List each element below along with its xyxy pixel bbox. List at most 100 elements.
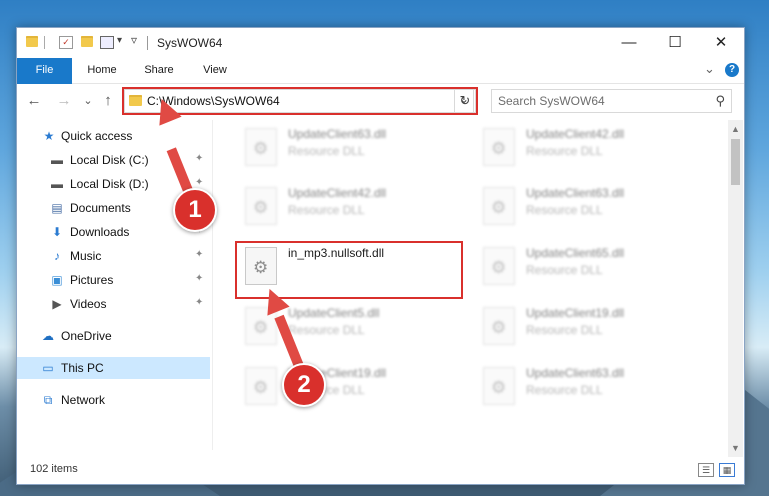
file-name: UpdateClient63.dll <box>288 127 387 141</box>
dll-file-icon: ⚙ <box>483 307 515 345</box>
vertical-scrollbar[interactable]: ▲ ▼ <box>728 120 743 457</box>
file-item[interactable]: ⚙ UpdateClient63.dll Resource DLL <box>477 183 677 233</box>
file-type: Resource DLL <box>526 263 603 277</box>
search-icon: ⚲ <box>715 93 725 108</box>
dll-file-icon: ⚙ <box>245 187 277 225</box>
search-input[interactable]: Search SysWOW64 ⚲ <box>491 89 732 113</box>
pin-icon[interactable]: ✦ <box>195 153 203 164</box>
up-button[interactable]: ↑ <box>99 92 117 110</box>
file-name: UpdateClient19.dll <box>526 306 625 320</box>
qat-customize-icon[interactable]: ▿ <box>131 33 137 47</box>
file-name: UpdateClient63.dll <box>526 186 625 200</box>
scroll-thumb[interactable] <box>731 139 740 185</box>
dll-file-icon: ⚙ <box>483 247 515 285</box>
window-title: SysWOW64 <box>157 36 223 50</box>
file-item[interactable]: ⚙ UpdateClient19.dll Resource DLL <box>477 303 677 353</box>
star-icon: ★ <box>43 129 55 143</box>
new-folder-icon[interactable] <box>81 36 93 47</box>
file-type: Resource DLL <box>526 203 603 217</box>
sidebar-item-label: Local Disk (C:) <box>70 153 149 167</box>
customize-icon[interactable] <box>100 36 114 49</box>
file-item[interactable]: ⚙ UpdateClient63.dll Resource DLL <box>239 124 439 174</box>
computer-icon: ▭ <box>42 361 54 375</box>
videos-icon: ▶ <box>52 297 62 311</box>
file-name: UpdateClient5.dll <box>288 306 380 320</box>
sidebar-item-label: Videos <box>70 297 107 311</box>
file-type: Resource DLL <box>288 203 365 217</box>
sidebar-item-pictures[interactable]: ▣ Pictures ✦ <box>17 269 210 291</box>
item-count: 102 items <box>30 463 78 475</box>
large-icons-view-icon[interactable]: ▦ <box>719 463 735 477</box>
status-bar: 102 items ☰ ▦ <box>17 458 744 484</box>
file-type: Resource DLL <box>526 144 603 158</box>
file-type: Resource DLL <box>526 383 603 397</box>
sidebar-item-label: Documents <box>70 201 131 215</box>
navigation-bar: ← → ⌄ ↑ C:\Windows\SysWOW64 ⌄ ↻ Search S… <box>17 84 744 117</box>
pin-icon[interactable]: ✦ <box>195 273 203 284</box>
sidebar-item-label: Quick access <box>61 129 133 143</box>
minimize-button[interactable]: — <box>606 28 652 58</box>
file-item[interactable]: ⚙ UpdateClient42.dll Resource DLL <box>477 124 677 174</box>
pin-icon[interactable]: ✦ <box>195 249 203 260</box>
dll-file-icon: ⚙ <box>483 128 515 166</box>
sidebar-item-this-pc[interactable]: ▭ This PC <box>17 357 210 379</box>
file-name: UpdateClient42.dll <box>288 186 387 200</box>
file-name: UpdateClient63.dll <box>526 366 625 380</box>
sidebar-item-label: OneDrive <box>61 329 112 343</box>
file-name: UpdateClient65.dll <box>526 246 625 260</box>
sidebar-item-label: Music <box>70 249 102 263</box>
pictures-icon: ▣ <box>51 273 63 287</box>
sidebar-item-music[interactable]: ♪ Music ✦ <box>17 245 210 267</box>
maximize-button[interactable]: ☐ <box>652 28 698 58</box>
file-item[interactable]: ⚙ UpdateClient42.dll Resource DLL <box>239 183 439 233</box>
close-button[interactable]: ✕ <box>698 28 744 58</box>
sidebar-item-quick-access[interactable]: ★ Quick access <box>17 125 210 147</box>
file-type: Resource DLL <box>288 144 365 158</box>
drive-icon: ▬ <box>51 177 63 191</box>
tab-home[interactable]: Home <box>80 58 124 83</box>
pin-icon[interactable]: ✦ <box>195 177 203 188</box>
title-bar: ✓ ▾ ▿ SysWOW64 — ☐ ✕ <box>17 28 744 58</box>
cloud-icon: ☁ <box>42 329 54 343</box>
callout-badge-2: 2 <box>282 363 326 407</box>
tab-view[interactable]: View <box>193 58 237 83</box>
ribbon-collapse-icon[interactable]: ⌄ <box>704 61 715 77</box>
file-name: UpdateClient42.dll <box>526 127 625 141</box>
scroll-up-icon[interactable]: ▲ <box>728 122 743 136</box>
file-item[interactable]: ⚙ UpdateClient63.dll Resource DLL <box>477 363 677 413</box>
search-placeholder: Search SysWOW64 <box>498 94 605 108</box>
details-view-icon[interactable]: ☰ <box>698 463 714 477</box>
properties-icon[interactable]: ✓ <box>59 36 73 49</box>
explorer-window: ✓ ▾ ▿ SysWOW64 — ☐ ✕ File Home Share Vie… <box>16 27 745 485</box>
documents-icon: ▤ <box>51 201 63 215</box>
dll-file-icon: ⚙ <box>245 367 277 405</box>
downloads-icon: ⬇ <box>51 225 63 239</box>
pin-icon[interactable]: ✦ <box>195 297 203 308</box>
drive-icon: ▬ <box>51 153 63 167</box>
sidebar-item-videos[interactable]: ▶ Videos ✦ <box>17 293 210 315</box>
sidebar-item-network[interactable]: ⧉ Network <box>17 389 210 411</box>
callout-badge-1: 1 <box>173 188 217 232</box>
network-icon: ⧉ <box>43 393 53 407</box>
file-type: Resource DLL <box>526 323 603 337</box>
sidebar-item-label: Downloads <box>70 225 130 239</box>
sidebar-item-label: Local Disk (D:) <box>70 177 149 191</box>
file-type: Resource DLL <box>288 323 365 337</box>
recent-locations-button[interactable]: ⌄ <box>79 92 97 110</box>
tab-share[interactable]: Share <box>137 58 181 83</box>
sidebar-item-onedrive[interactable]: ☁ OneDrive <box>17 325 210 347</box>
file-item[interactable]: ⚙ UpdateClient19.dll Resource DLL <box>239 363 439 413</box>
music-icon: ♪ <box>54 249 60 263</box>
dll-file-icon: ⚙ <box>245 128 277 166</box>
scroll-down-icon[interactable]: ▼ <box>728 441 743 455</box>
help-icon[interactable]: ? <box>725 63 739 77</box>
folder-icon <box>26 36 38 47</box>
sidebar-item-label: Network <box>61 393 106 407</box>
sidebar-item-label: Pictures <box>70 273 114 287</box>
quick-access-dropdown-icon[interactable]: ▾ <box>117 35 122 46</box>
dll-file-icon: ⚙ <box>483 187 515 225</box>
back-button[interactable]: ← <box>25 92 43 110</box>
file-item[interactable]: ⚙ UpdateClient65.dll Resource DLL <box>477 243 677 293</box>
dll-file-icon: ⚙ <box>483 367 515 405</box>
forward-button[interactable]: → <box>55 92 73 110</box>
